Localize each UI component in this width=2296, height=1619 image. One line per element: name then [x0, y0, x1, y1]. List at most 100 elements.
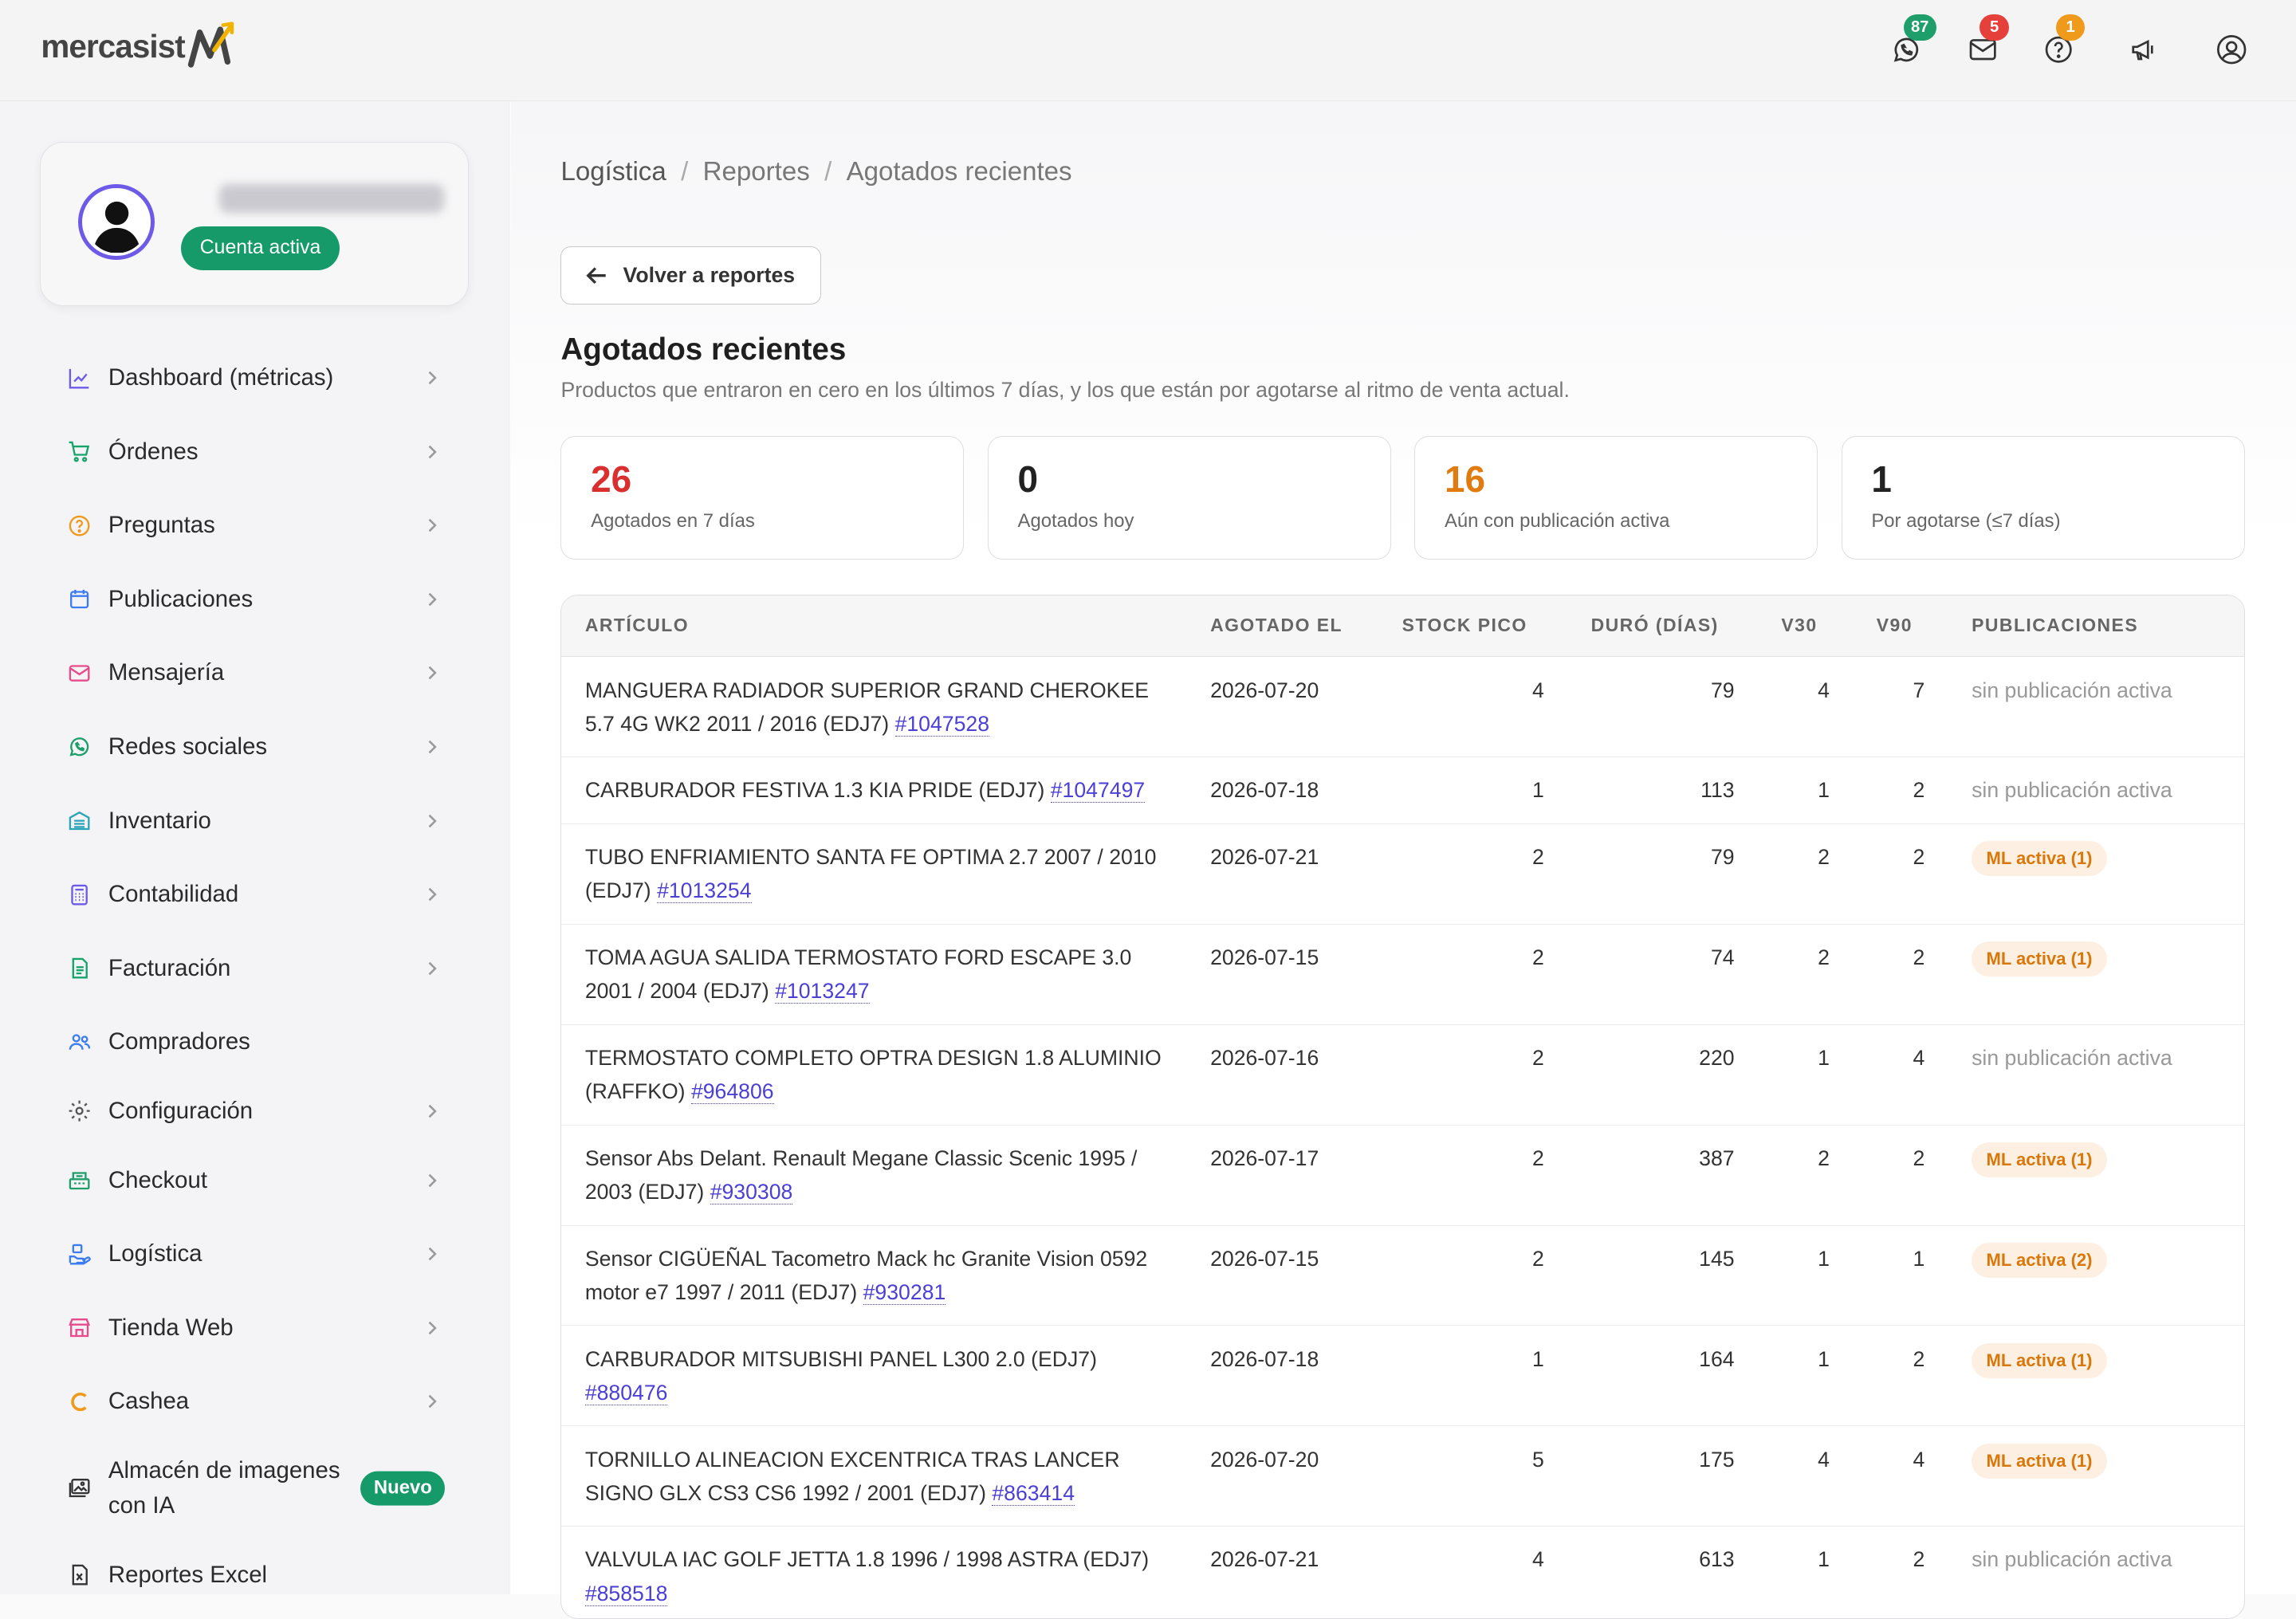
cell-v90: 2 [1853, 924, 1948, 1025]
breadcrumb-separator: / [824, 156, 832, 187]
table-row[interactable]: TORNILLO ALINEACION EXCENTRICA TRAS LANC… [561, 1425, 2244, 1527]
cell-duro-dias: 74 [1567, 924, 1758, 1025]
column-header-articulo[interactable]: ARTÍCULO [561, 595, 1187, 658]
stats-row: 26 Agotados en 7 días 0 Agotados hoy 16 … [560, 436, 2245, 560]
article-sku-link[interactable]: #1047497 [1050, 778, 1146, 804]
table-row[interactable]: TERMOSTATO COMPLETO OPTRA DESIGN 1.8 ALU… [561, 1024, 2244, 1126]
help-badge: 1 [2055, 14, 2086, 41]
column-header-publicaciones[interactable]: PUBLICACIONES [1948, 595, 2244, 658]
publication-status-badge[interactable]: ML activa (1) [1972, 1342, 2107, 1378]
sidebar-item-almacen-imagenes[interactable]: Almacén de imagenes con IA Nuevo [0, 1439, 509, 1538]
table-row[interactable]: TUBO ENFRIAMIENTO SANTA FE OPTIMA 2.7 20… [561, 823, 2244, 925]
breadcrumb-reportes[interactable]: Reportes [703, 157, 810, 187]
chevron-right-icon [428, 1173, 437, 1187]
invoice-icon [66, 955, 92, 981]
sidebar-item-mensajeria[interactable]: Mensajería [0, 636, 509, 710]
article-sku-link[interactable]: #863414 [992, 1480, 1075, 1506]
sidebar-item-checkout[interactable]: Checkout [0, 1143, 509, 1217]
table-row[interactable]: VALVULA IAC GOLF JETTA 1.8 1996 / 1998 A… [561, 1526, 2244, 1619]
cell-duro-dias: 113 [1567, 756, 1758, 824]
profile-card: Cuenta activa [39, 142, 469, 306]
stat-card-por-agotarse: 1 Por agotarse (≤7 días) [1841, 436, 2245, 560]
sidebar-item-label: Dashboard (métricas) [108, 364, 334, 391]
sidebar-item-reportes-excel[interactable]: Reportes Excel [0, 1538, 509, 1595]
cell-duro-dias: 79 [1567, 823, 1758, 925]
stat-label: Agotados hoy [1017, 510, 1134, 532]
user-menu-button[interactable] [2208, 26, 2255, 73]
sidebar-item-preguntas[interactable]: Preguntas [0, 489, 509, 563]
whatsapp-button[interactable]: 87 [1883, 14, 1936, 73]
column-header-v90[interactable]: V90 [1853, 595, 1948, 658]
column-header-agotado-el[interactable]: AGOTADO EL [1186, 595, 1379, 658]
publication-status-badge[interactable]: ML activa (1) [1972, 941, 2107, 977]
sidebar-item-dashboard[interactable]: Dashboard (métricas) [0, 341, 509, 415]
publication-status-badge[interactable]: ML activa (2) [1972, 1242, 2107, 1278]
publication-status-badge[interactable]: ML activa (1) [1972, 1443, 2107, 1479]
table-row[interactable]: TOMA AGUA SALIDA TERMOSTATO FORD ESCAPE … [561, 924, 2244, 1025]
article-sku-link[interactable]: #880476 [584, 1380, 668, 1405]
stat-card-publicacion-activa: 16 Aún con publicación activa [1414, 436, 1818, 560]
sidebar-item-label: Publicaciones [108, 585, 254, 612]
cell-stock-pico: 2 [1378, 823, 1568, 925]
chevron-right-icon [428, 1395, 437, 1409]
help-button[interactable]: 1 [2035, 14, 2086, 73]
cell-v30: 4 [1757, 1425, 1854, 1527]
table-row[interactable]: MANGUERA RADIADOR SUPERIOR GRAND CHEROKE… [561, 656, 2244, 758]
announcements-button[interactable] [2121, 26, 2168, 73]
article-sku-link[interactable]: #930308 [710, 1180, 793, 1205]
mail-badge: 5 [1980, 14, 2009, 41]
avatar[interactable] [78, 183, 155, 261]
sidebar-item-contabilidad[interactable]: Contabilidad [0, 858, 509, 932]
stat-card-agotados-hoy: 0 Agotados hoy [987, 436, 1391, 560]
cell-publicaciones: sin publicación activa [1948, 1526, 2244, 1619]
breadcrumb-logistica[interactable]: Logística [560, 157, 666, 187]
article-sku-link[interactable]: #1013254 [657, 878, 752, 904]
brand-logo[interactable]: mercasist [41, 21, 236, 73]
article-sku-link[interactable]: #1047528 [894, 711, 990, 737]
sidebar-item-compradores[interactable]: Compradores [0, 1005, 509, 1079]
sidebar-item-facturacion[interactable]: Facturación [0, 931, 509, 1005]
cell-v90: 2 [1853, 756, 1948, 824]
article-sku-link[interactable]: #858518 [584, 1581, 668, 1606]
stat-value: 1 [1871, 458, 1892, 501]
agotados-table: ARTÍCULO AGOTADO EL STOCK PICO DURÓ (DÍA… [560, 594, 2245, 1619]
publication-status-badge[interactable]: ML activa (1) [1972, 1142, 2107, 1178]
sidebar-item-publicaciones[interactable]: Publicaciones [0, 563, 509, 637]
column-header-stock-pico[interactable]: STOCK PICO [1378, 595, 1568, 658]
publication-status-badge[interactable]: ML activa (1) [1972, 841, 2107, 877]
article-sku-link[interactable]: #930281 [863, 1279, 946, 1305]
article-sku-link[interactable]: #964806 [690, 1079, 774, 1105]
chart-line-icon [66, 365, 92, 391]
table-row[interactable]: CARBURADOR MITSUBISHI PANEL L300 2.0 (ED… [561, 1325, 2244, 1427]
question-circle-icon [66, 513, 92, 539]
new-badge: Nuevo [360, 1471, 446, 1506]
back-to-reports-button[interactable]: Volver a reportes [560, 246, 822, 305]
sidebar-item-logistica[interactable]: Logística [0, 1217, 509, 1291]
cell-v30: 2 [1757, 823, 1854, 925]
mail-button[interactable]: 5 [1960, 14, 2009, 73]
calculator-icon [66, 882, 92, 908]
sidebar-item-configuracion[interactable]: Configuración [0, 1079, 509, 1144]
sidebar-item-label: Órdenes [108, 438, 199, 465]
chevron-right-icon [428, 1247, 437, 1261]
table-row[interactable]: Sensor Abs Delant. Renault Megane Classi… [561, 1125, 2244, 1226]
sidebar-item-cashea[interactable]: Cashea [0, 1365, 509, 1439]
cell-articulo: Sensor CIGÜEÑAL Tacometro Mack hc Granit… [561, 1225, 1187, 1326]
article-sku-link[interactable]: #1013247 [775, 979, 870, 1004]
sidebar-item-inventario[interactable]: Inventario [0, 784, 509, 858]
chevron-right-icon [428, 740, 437, 754]
sidebar-item-tienda-web[interactable]: Tienda Web [0, 1291, 509, 1366]
cell-duro-dias: 79 [1567, 656, 1758, 758]
chevron-right-icon [428, 592, 437, 607]
stat-label: Por agotarse (≤7 días) [1871, 510, 2061, 532]
breadcrumb-separator: / [681, 156, 689, 187]
publication-status-text: sin publicación activa [1972, 778, 2172, 803]
column-header-duro-dias[interactable]: DURÓ (DÍAS) [1567, 595, 1758, 658]
sidebar-item-redes-sociales[interactable]: Redes sociales [0, 710, 509, 784]
article-name: VALVULA IAC GOLF JETTA 1.8 1996 / 1998 A… [584, 1547, 1150, 1572]
column-header-v30[interactable]: V30 [1757, 595, 1854, 658]
table-row[interactable]: Sensor CIGÜEÑAL Tacometro Mack hc Granit… [561, 1225, 2244, 1326]
cell-articulo: CARBURADOR MITSUBISHI PANEL L300 2.0 (ED… [561, 1325, 1187, 1427]
table-row[interactable]: CARBURADOR FESTIVA 1.3 KIA PRIDE (EDJ7) … [561, 756, 2244, 824]
sidebar-item-ordenes[interactable]: Órdenes [0, 415, 509, 489]
